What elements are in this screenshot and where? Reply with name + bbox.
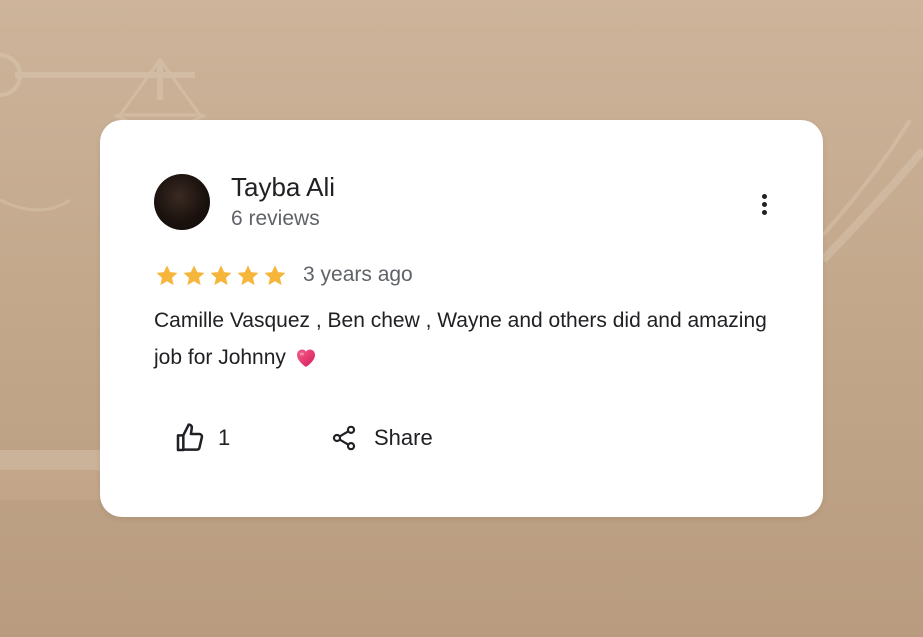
like-count: 1 <box>218 425 231 450</box>
avatar[interactable] <box>154 174 210 230</box>
review-card: Tayba Ali 6 reviews 3 years ago Camille … <box>100 120 823 517</box>
author-name[interactable]: Tayba Ali <box>231 172 335 203</box>
more-options-button[interactable] <box>752 190 776 218</box>
review-count[interactable]: 6 reviews <box>231 207 320 231</box>
share-icon <box>332 425 356 451</box>
star-rating <box>154 263 288 289</box>
like-button[interactable]: 1 <box>174 420 230 456</box>
star-icon <box>264 265 286 286</box>
star-icon <box>237 265 259 286</box>
more-vert-icon-dot <box>761 201 767 207</box>
review-time: 3 years ago <box>303 263 413 286</box>
star-icon <box>210 265 232 286</box>
heart-emoji-icon <box>296 349 315 367</box>
review-body: Camille Vasquez , Ben chew , Wayne and o… <box>154 309 767 369</box>
more-vert-icon-dot <box>761 209 767 215</box>
star-icon <box>156 265 178 286</box>
review-text: Camille Vasquez , Ben chew , Wayne and o… <box>154 302 794 376</box>
share-button[interactable]: Share <box>330 420 433 456</box>
share-label: Share <box>374 425 433 450</box>
thumb-up-icon <box>176 423 204 452</box>
star-icon <box>183 265 205 286</box>
more-vert-icon <box>761 193 767 199</box>
